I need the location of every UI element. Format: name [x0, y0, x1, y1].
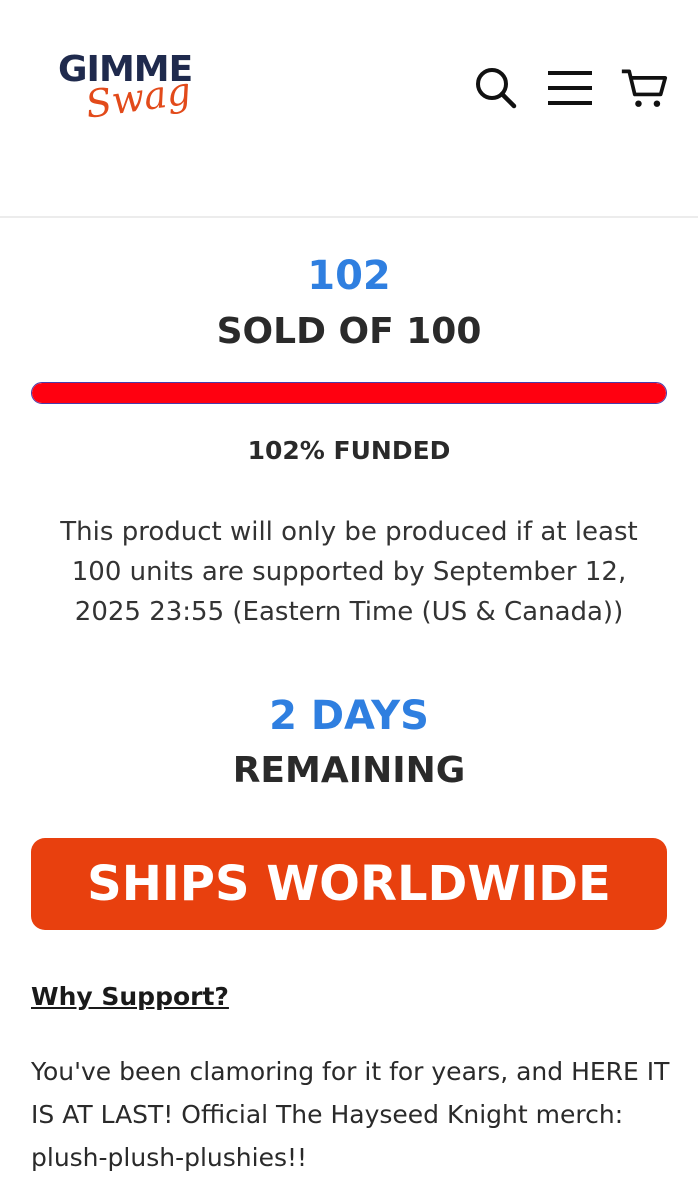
sold-count: 102 [307, 253, 391, 299]
production-notice: This product will only be produced if at… [60, 517, 638, 627]
product-description: You've been clamoring for it for years, … [31, 1057, 670, 1172]
funded-percent-label: 102% FUNDED [247, 436, 451, 465]
menu-icon[interactable] [546, 64, 594, 112]
ships-worldwide-text: SHIPS WORLDWIDE [87, 856, 611, 912]
sold-label: SOLD OF 100 [216, 311, 482, 352]
search-icon[interactable] [472, 64, 520, 112]
cart-icon[interactable] [620, 64, 668, 112]
why-support-link[interactable]: Why Support? [31, 982, 229, 1012]
funding-progress-fill [32, 383, 666, 403]
funding-progress-bar [31, 382, 667, 404]
ships-worldwide-banner: SHIPS WORLDWIDE [31, 838, 667, 930]
site-header: GIMME Swag [0, 0, 698, 218]
header-actions [446, 64, 668, 112]
days-remaining-count: 2 DAYS [269, 693, 429, 739]
gimme-swag-logo[interactable]: GIMME Swag [56, 50, 216, 146]
days-remaining-label: REMAINING [232, 750, 466, 791]
